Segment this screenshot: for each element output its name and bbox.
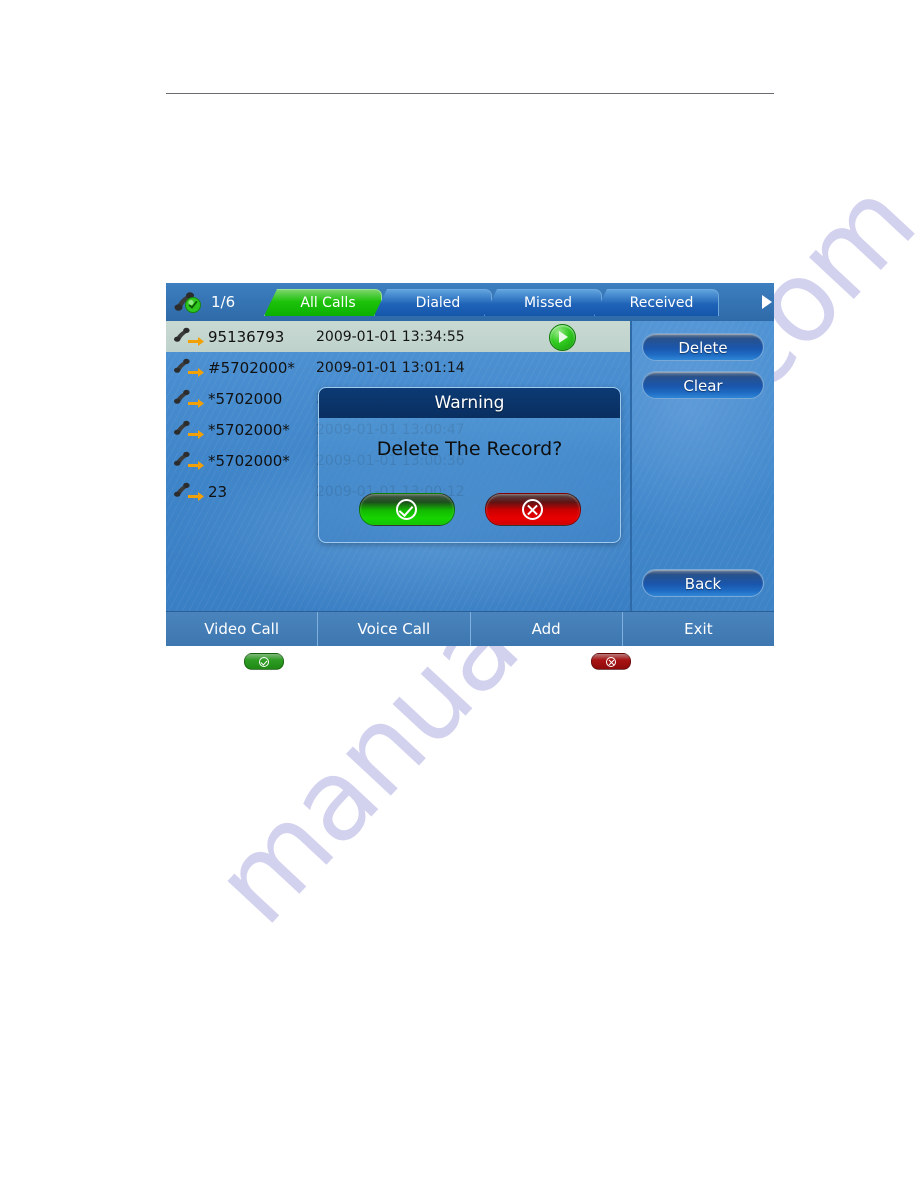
triangle-right-icon[interactable] [762, 295, 772, 309]
dialog-message: Delete The Record? [376, 438, 563, 460]
call-number: *5702000 [208, 389, 283, 408]
x-circle-icon [606, 656, 616, 667]
side-button-panel: Delete Clear Back [630, 321, 774, 611]
page-indicator: 1/6 [211, 293, 236, 311]
call-log-list[interactable]: 95136793 2009-01-01 13:34:55 #5702000* 2… [166, 321, 630, 611]
play-icon[interactable] [549, 324, 576, 351]
page-horizontal-rule [166, 93, 774, 94]
dialog-button-row [319, 493, 620, 526]
function-voice-call[interactable]: Voice Call [318, 612, 471, 646]
back-button[interactable]: Back [642, 569, 764, 597]
clear-button[interactable]: Clear [642, 371, 764, 399]
tab-dialed[interactable]: Dialed [374, 289, 492, 316]
function-exit[interactable]: Exit [623, 612, 774, 646]
phone-status-icon [174, 290, 204, 316]
device-screen: 1/6 All Calls Dialed Missed Received 951… [166, 283, 774, 646]
legend-cancel-pill [591, 653, 631, 670]
check-circle-icon [396, 499, 417, 520]
check-circle-icon [259, 656, 269, 667]
dialog-title: Warning [319, 388, 620, 418]
outgoing-call-icon [174, 388, 208, 410]
screen-body: 95136793 2009-01-01 13:34:55 #5702000* 2… [166, 321, 774, 611]
call-timestamp: 2009-01-01 13:34:55 [316, 328, 465, 345]
function-video-call[interactable]: Video Call [166, 612, 319, 646]
status-tab-bar: 1/6 All Calls Dialed Missed Received [166, 283, 774, 321]
x-circle-icon [522, 499, 543, 520]
call-number: *5702000* [208, 451, 290, 470]
call-timestamp: 2009-01-01 13:01:14 [316, 359, 465, 376]
call-log-row[interactable]: 95136793 2009-01-01 13:34:55 [166, 321, 630, 352]
outgoing-call-icon [174, 326, 208, 348]
call-number: 23 [208, 482, 228, 501]
outgoing-call-icon [174, 357, 208, 379]
legend-confirm-pill [244, 653, 284, 670]
tab-received[interactable]: Received [594, 289, 719, 316]
call-number: 95136793 [208, 327, 285, 346]
tab-all-calls[interactable]: All Calls [264, 289, 382, 316]
call-number: *5702000* [208, 420, 290, 439]
function-add[interactable]: Add [471, 612, 623, 646]
tab-strip: All Calls Dialed Missed Received [264, 289, 774, 321]
call-number: #5702000* [208, 358, 295, 377]
call-log-row[interactable]: #5702000* 2009-01-01 13:01:14 [166, 352, 630, 383]
outgoing-call-icon [174, 419, 208, 441]
outgoing-call-icon [174, 481, 208, 503]
function-bar: Video Call Voice Call Add Exit [166, 611, 774, 646]
delete-button[interactable]: Delete [642, 333, 764, 361]
tab-missed[interactable]: Missed [484, 289, 602, 316]
dialog-confirm-button[interactable] [358, 493, 455, 526]
dialog-cancel-button[interactable] [484, 493, 581, 526]
outgoing-call-icon [174, 450, 208, 472]
warning-dialog: Warning Delete The Record? [318, 387, 621, 543]
